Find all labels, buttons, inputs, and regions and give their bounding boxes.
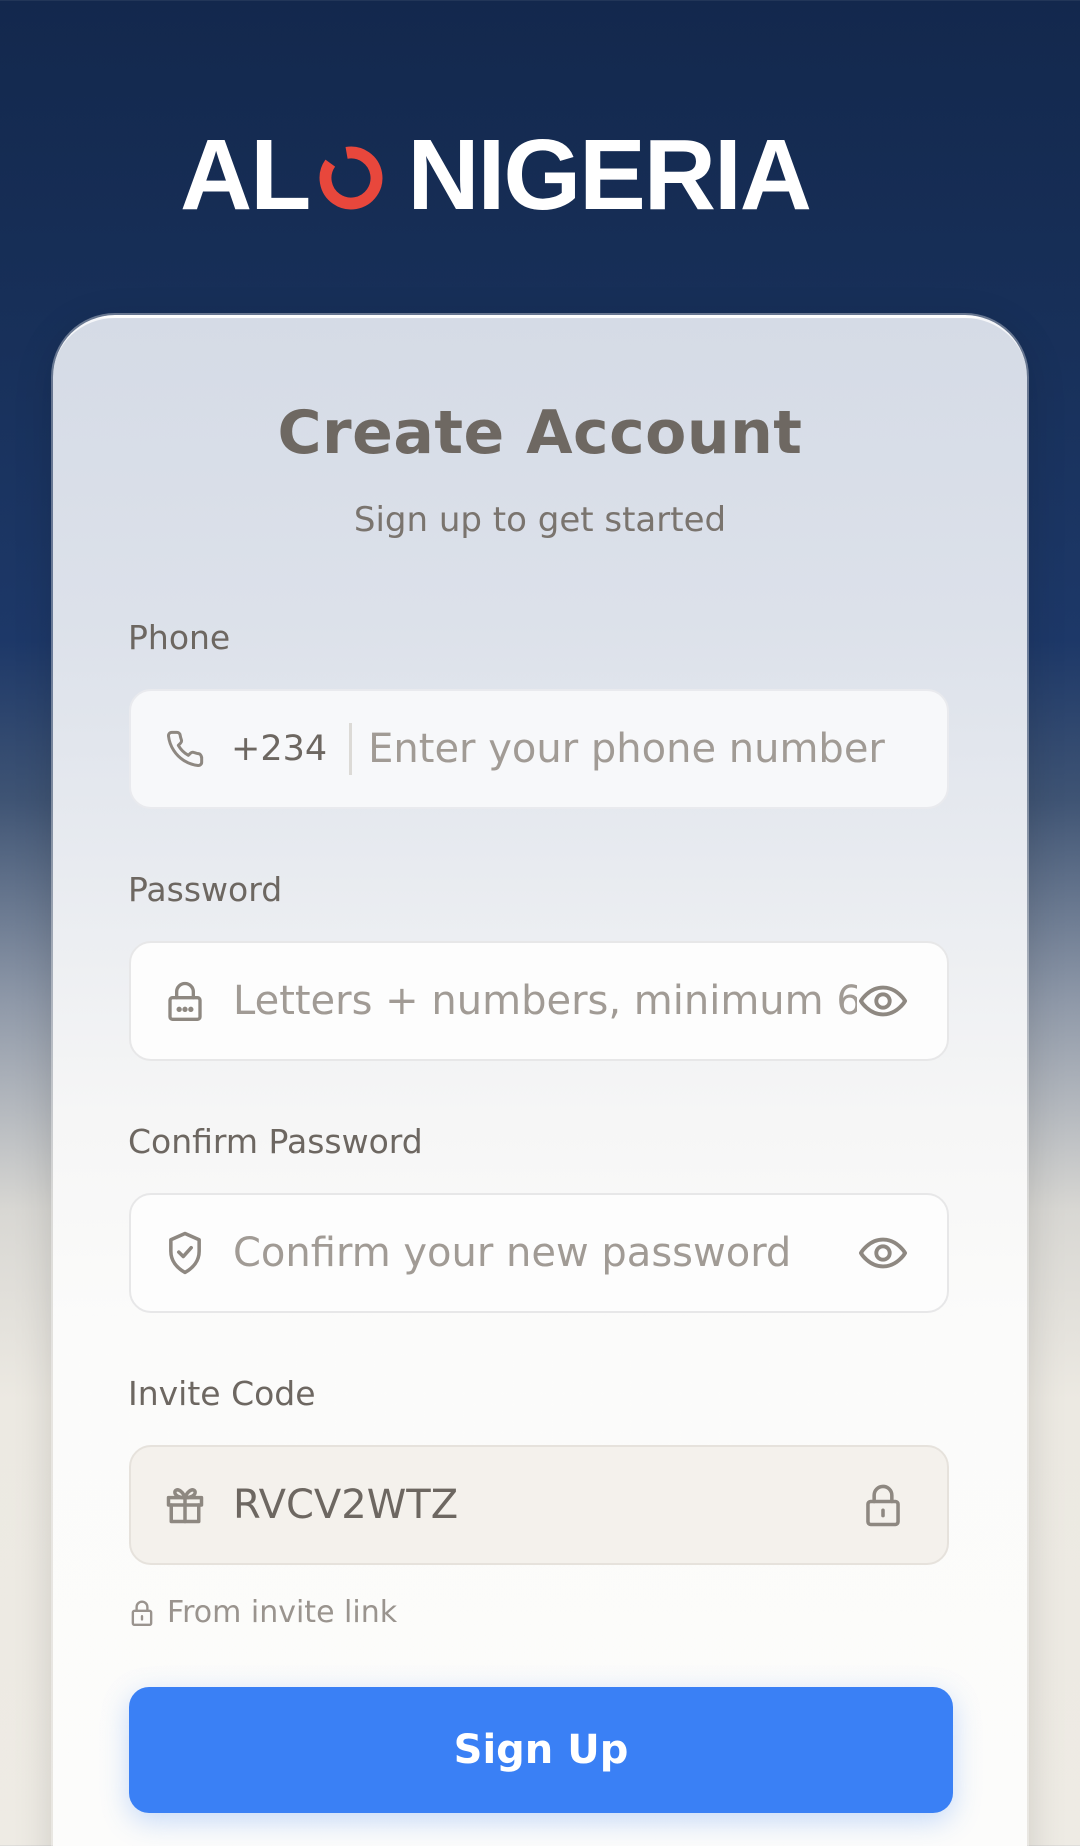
password-input[interactable] — [233, 978, 857, 1024]
lock-icon — [163, 979, 207, 1023]
lock-icon — [857, 1479, 909, 1531]
logo-ring-icon — [319, 146, 383, 210]
confirm-password-label: Confirm Password — [128, 1122, 423, 1161]
confirm-password-field — [129, 1193, 949, 1313]
phone-label: Phone — [128, 618, 231, 657]
invite-code-label: Invite Code — [128, 1374, 316, 1413]
page-subtitle: Sign up to get started — [353, 500, 727, 540]
confirm-password-input[interactable] — [233, 1230, 857, 1276]
country-code[interactable]: +234 — [231, 729, 327, 769]
gift-icon — [163, 1483, 207, 1527]
lock-icon — [131, 1600, 153, 1626]
brand-logo-prefix: AL — [180, 118, 311, 231]
phone-icon — [163, 727, 207, 771]
phone-input[interactable] — [368, 726, 947, 772]
invite-hint-text: From invite link — [167, 1595, 398, 1630]
invite-code-field — [129, 1445, 949, 1565]
password-label: Password — [128, 870, 283, 909]
eye-icon[interactable] — [857, 1227, 909, 1279]
eye-icon[interactable] — [857, 975, 909, 1027]
brand-logo: AL NIGERIA — [180, 118, 812, 231]
page-title: Create Account — [277, 398, 803, 468]
shield-check-icon — [163, 1231, 207, 1275]
phone-field: +234 — [129, 689, 949, 809]
invite-code-input — [233, 1482, 857, 1528]
sign-up-button[interactable]: Sign Up — [129, 1687, 953, 1813]
brand-logo-suffix: NIGERIA — [407, 118, 812, 231]
invite-hint: From invite link — [129, 1595, 397, 1630]
country-code-divider — [349, 723, 353, 775]
signup-card: Create Account Sign up to get started Ph… — [53, 315, 1027, 1846]
password-field — [129, 941, 949, 1061]
